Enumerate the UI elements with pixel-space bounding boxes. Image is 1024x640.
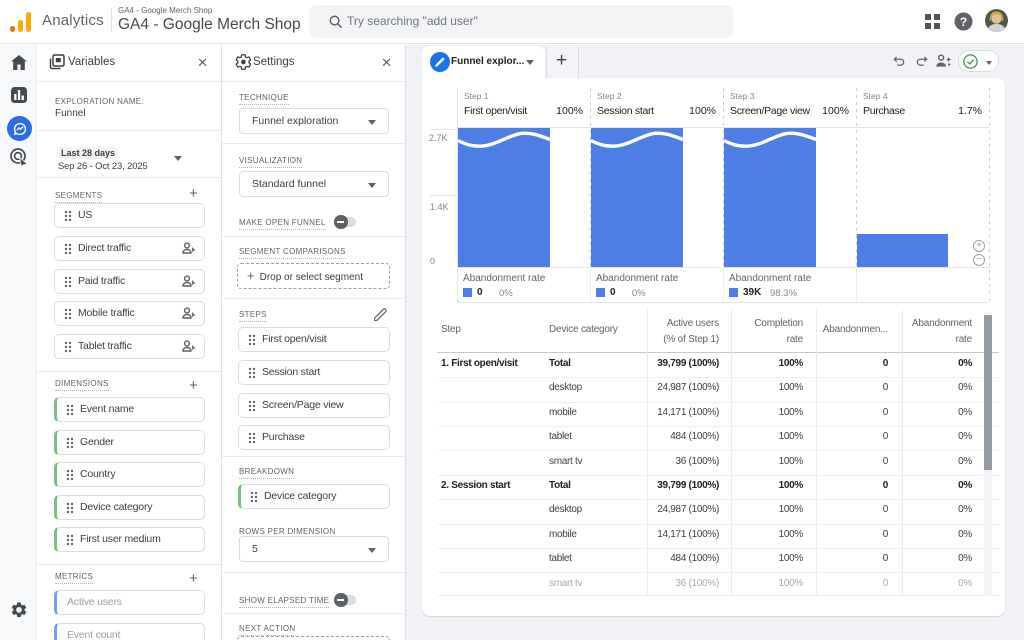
svg-text:?: ? [960,15,967,29]
